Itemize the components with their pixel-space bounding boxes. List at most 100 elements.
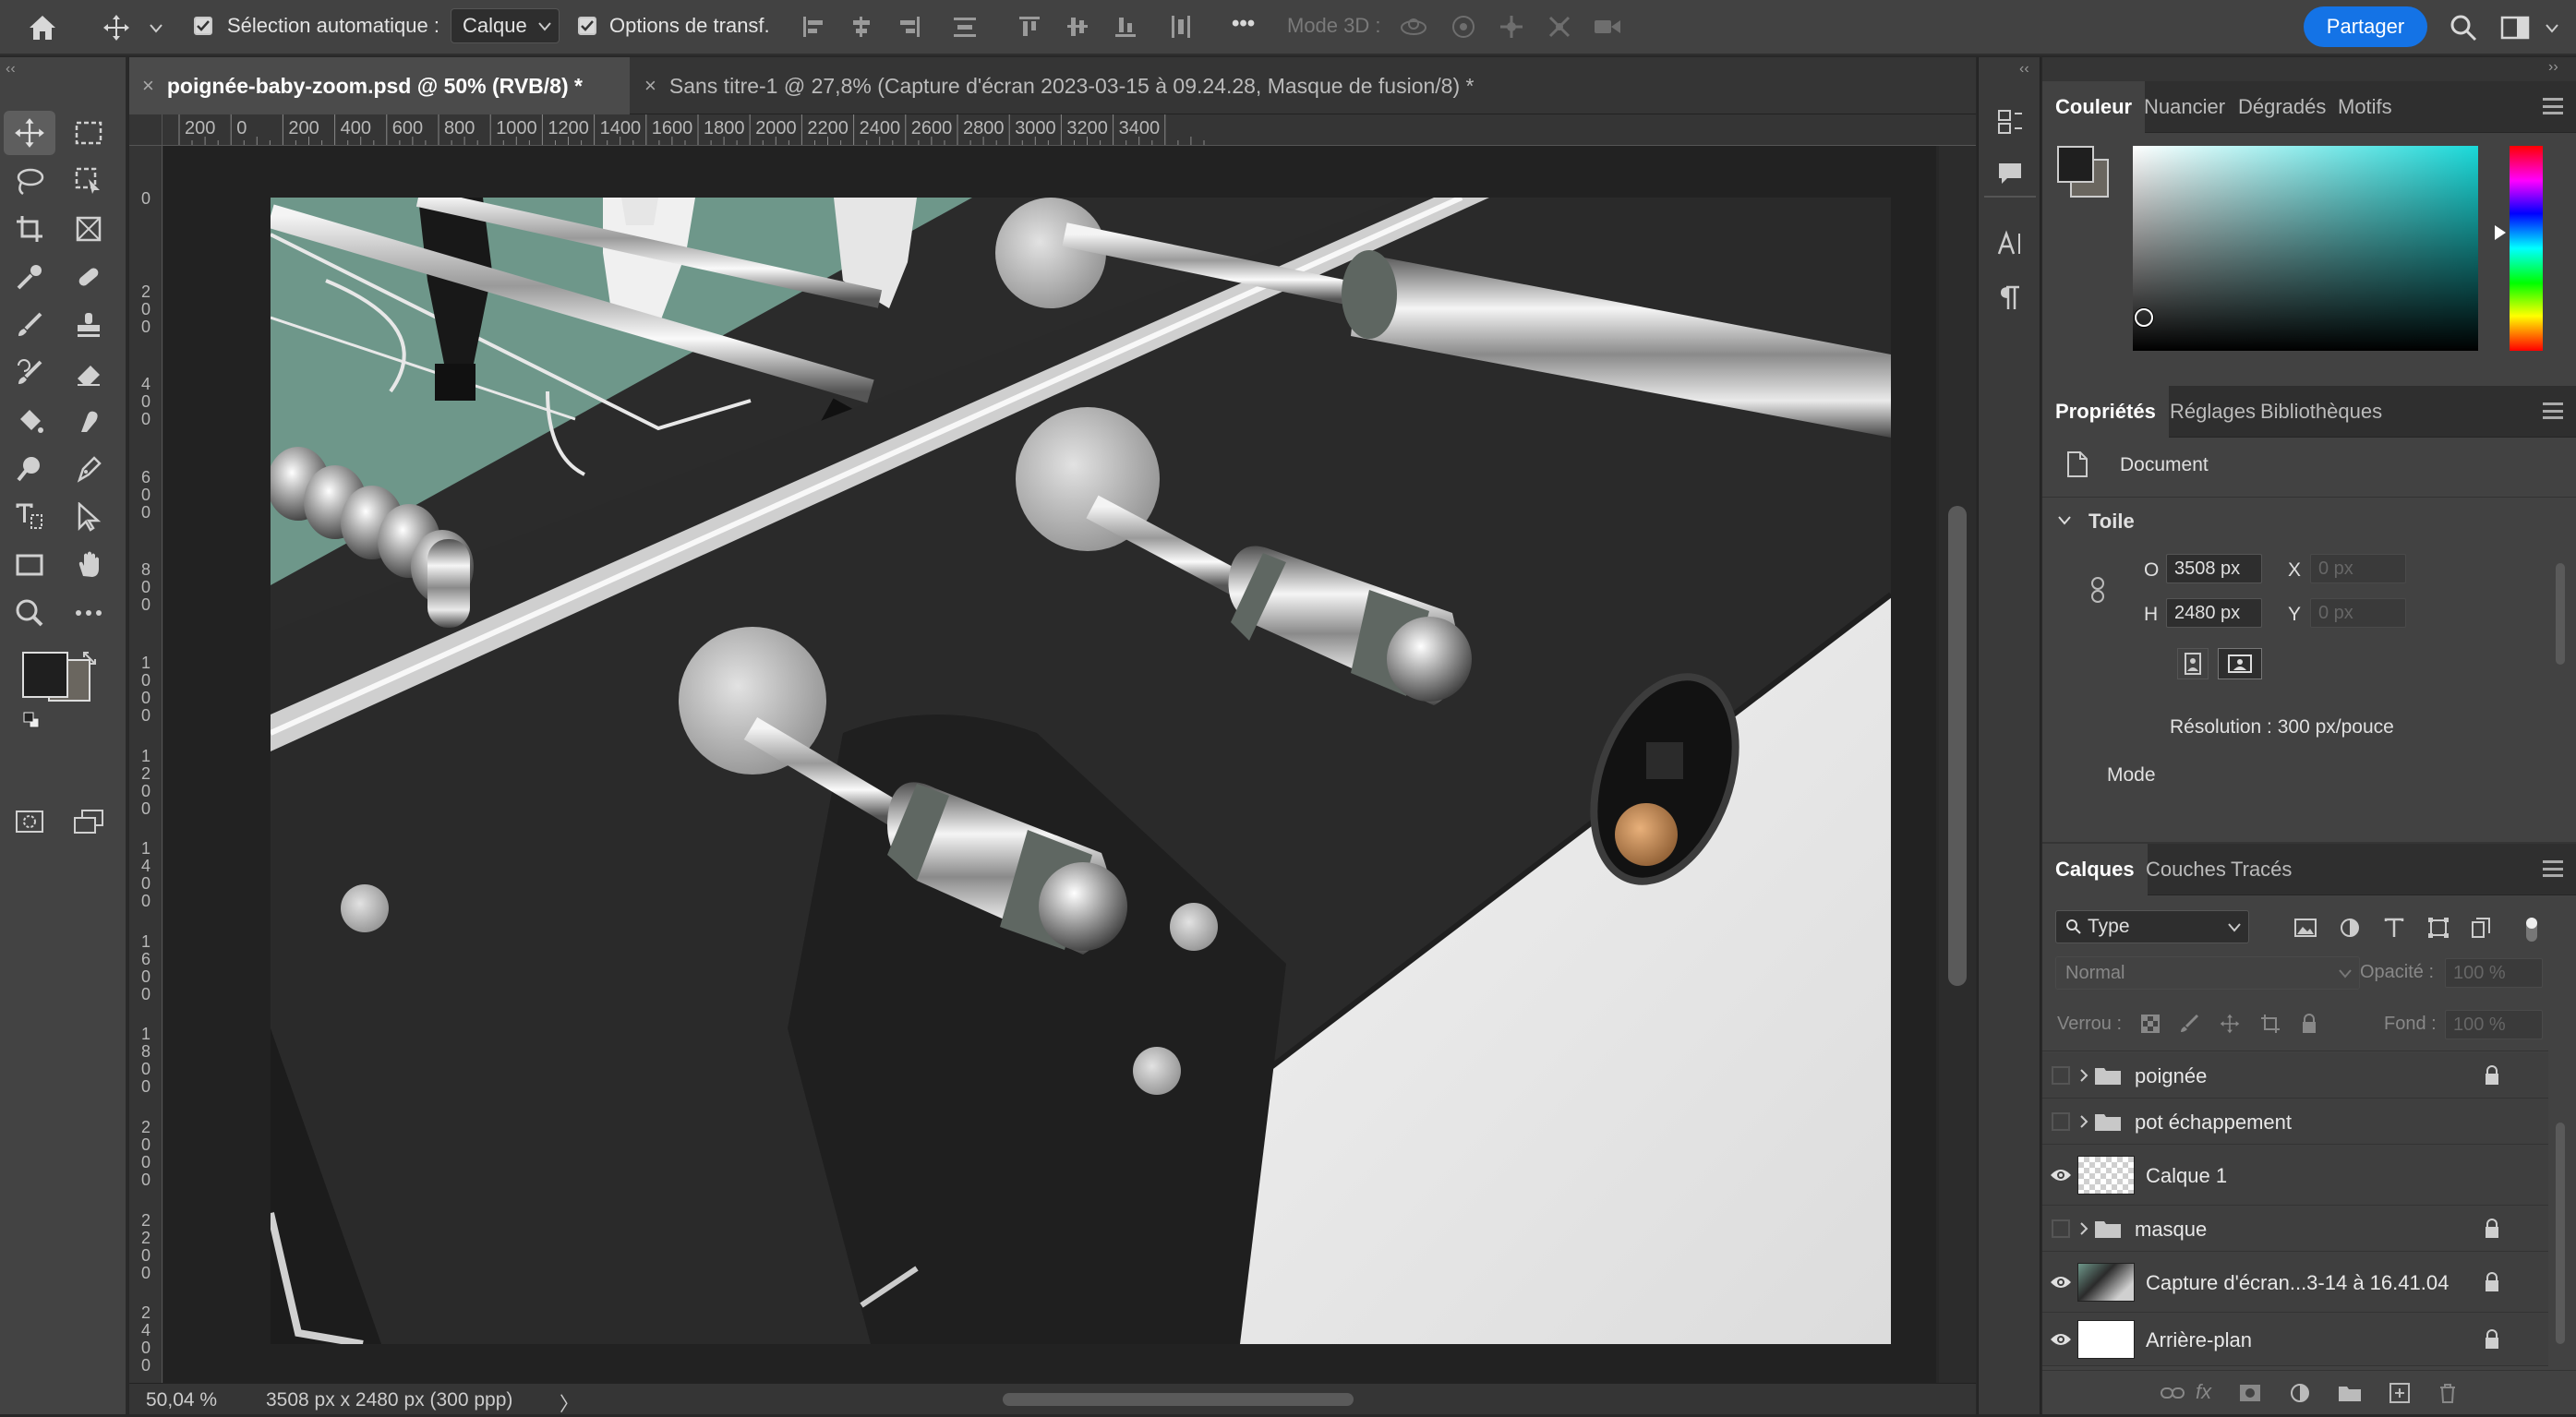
transform-options-checkbox[interactable] [578, 17, 596, 35]
horizontal-scrollbar-thumb[interactable] [1003, 1393, 1354, 1406]
eye-icon[interactable] [2050, 1271, 2072, 1293]
distribute-vertical-icon[interactable] [951, 13, 979, 41]
opacity-input[interactable]: 100 % [2445, 958, 2543, 988]
chevron-down-icon[interactable] [146, 18, 166, 39]
portrait-orientation-icon[interactable] [2177, 648, 2209, 679]
layer-filter-dropdown[interactable]: Type [2055, 910, 2249, 943]
history-panel-icon[interactable] [1993, 105, 2027, 138]
scrollbar-thumb[interactable] [1948, 506, 1967, 986]
ruler-origin[interactable] [129, 114, 163, 146]
document-canvas[interactable] [271, 198, 1891, 1344]
history-brush-tool-icon[interactable] [4, 351, 55, 395]
filter-shape-icon[interactable] [2425, 914, 2452, 942]
panel-menu-icon[interactable] [2543, 860, 2563, 877]
chevron-right-icon[interactable] [2079, 1068, 2088, 1083]
move-tool-icon[interactable] [4, 111, 55, 155]
properties-scrollbar[interactable] [2556, 563, 2565, 665]
workspace-icon[interactable] [2498, 11, 2532, 44]
new-group-icon[interactable] [2336, 1380, 2364, 1406]
search-icon[interactable] [2447, 11, 2480, 44]
smudge-tool-icon[interactable] [63, 399, 114, 443]
align-right-icon[interactable] [896, 13, 923, 41]
rectangle-tool-icon[interactable] [4, 543, 55, 587]
new-adjustment-layer-icon[interactable] [2286, 1380, 2314, 1406]
fill-input[interactable]: 100 % [2445, 1010, 2543, 1039]
distribute-horizontal-icon[interactable] [1167, 13, 1195, 41]
tab-layers[interactable]: Calques [2042, 844, 2148, 895]
default-colors-icon[interactable] [22, 711, 41, 729]
swap-colors-icon[interactable] [81, 650, 98, 666]
align-bottom-icon[interactable] [1112, 13, 1139, 41]
visibility-toggle[interactable] [2050, 1064, 2072, 1087]
height-input[interactable]: 2480 px [2166, 598, 2262, 628]
x-input[interactable]: 0 px [2310, 554, 2406, 583]
hue-slider[interactable] [2510, 146, 2543, 351]
tab-paths[interactable]: Tracés [2218, 844, 2305, 895]
tab-color[interactable]: Couleur [2042, 81, 2146, 133]
brush-tool-icon[interactable] [4, 303, 55, 347]
document-info[interactable]: 3508 px x 2480 px (300 ppp) [266, 1389, 512, 1411]
frame-tool-icon[interactable] [63, 207, 114, 251]
crop-tool-icon[interactable] [4, 207, 55, 251]
tab-libraries[interactable]: Bibliothèques [2247, 386, 2395, 438]
lock-all-icon[interactable] [2297, 1012, 2321, 1036]
align-middle-v-icon[interactable] [1064, 13, 1091, 41]
more-tools-icon[interactable] [63, 591, 114, 635]
collapse-arrows-icon[interactable]: ‹‹ [6, 61, 16, 78]
eye-icon[interactable] [2050, 1328, 2072, 1351]
layers-scrollbar[interactable] [2556, 1123, 2565, 1344]
comments-panel-icon[interactable] [1993, 157, 2027, 190]
pen-tool-icon[interactable] [63, 447, 114, 491]
lock-position-icon[interactable] [2218, 1012, 2242, 1036]
eye-icon[interactable] [2050, 1164, 2072, 1186]
more-options-icon[interactable]: ••• [1232, 11, 1255, 37]
color-field[interactable] [2133, 146, 2478, 351]
layer-row[interactable]: Capture d'écran...3-14 à 16.41.04 [2042, 1252, 2548, 1313]
filter-adjustment-icon[interactable] [2336, 914, 2364, 942]
layer-row[interactable]: Calque 1 [2042, 1145, 2548, 1206]
filter-pixel-icon[interactable] [2292, 914, 2319, 942]
type-tool-icon[interactable] [4, 495, 55, 539]
tab-swatches[interactable]: Nuancier [2131, 81, 2238, 133]
link-dimensions-icon[interactable] [2088, 576, 2107, 604]
status-menu-arrow[interactable]: 〉 [560, 1389, 579, 1417]
collapse-arrows-icon[interactable]: ‹‹ [2019, 61, 2029, 78]
eyedropper-tool-icon[interactable] [4, 255, 55, 299]
layer-row[interactable]: pot échappement [2042, 1099, 2548, 1145]
home-icon[interactable] [24, 9, 61, 46]
lock-artboard-icon[interactable] [2258, 1012, 2282, 1036]
hue-slider-handle[interactable] [2495, 225, 2506, 240]
document-tab-active[interactable]: × poignée-baby-zoom.psd @ 50% (RVB/8) * [129, 57, 630, 114]
lock-image-pixels-icon[interactable] [2177, 1012, 2201, 1036]
tab-properties[interactable]: Propriétés [2042, 386, 2169, 438]
clone-stamp-tool-icon[interactable] [63, 303, 114, 347]
close-tab-icon[interactable]: × [644, 74, 656, 98]
filter-smart-object-icon[interactable] [2467, 914, 2495, 942]
new-layer-icon[interactable] [2386, 1380, 2413, 1406]
lasso-tool-icon[interactable] [4, 159, 55, 203]
foreground-color-swatch[interactable] [2057, 146, 2094, 183]
chevron-down-icon[interactable] [2057, 515, 2072, 526]
zoom-tool-icon[interactable] [4, 591, 55, 635]
panel-menu-icon[interactable] [2543, 402, 2563, 419]
add-mask-icon[interactable] [2236, 1380, 2264, 1406]
paragraph-panel-icon[interactable] [1993, 281, 2027, 314]
object-selection-tool-icon[interactable] [63, 159, 114, 203]
y-input[interactable]: 0 px [2310, 598, 2406, 628]
share-button[interactable]: Partager [2304, 6, 2427, 47]
auto-select-dropdown[interactable]: Calque [451, 8, 560, 43]
align-top-icon[interactable] [1016, 13, 1043, 41]
auto-select-checkbox[interactable] [194, 17, 212, 35]
hand-tool-icon[interactable] [63, 543, 114, 587]
layer-row[interactable]: masque [2042, 1206, 2548, 1252]
screen-mode-icon[interactable] [63, 799, 114, 844]
color-picker-handle[interactable] [2135, 308, 2153, 327]
filter-type-icon[interactable] [2380, 914, 2408, 942]
align-center-h-icon[interactable] [848, 13, 875, 41]
layer-style-fx-icon[interactable]: fx [2196, 1380, 2211, 1404]
character-panel-icon[interactable] [1993, 227, 2027, 260]
chevron-down-icon[interactable] [2541, 18, 2563, 39]
link-layers-icon[interactable] [2159, 1380, 2186, 1406]
close-tab-icon[interactable]: × [142, 74, 154, 98]
dodge-tool-icon[interactable] [4, 447, 55, 491]
